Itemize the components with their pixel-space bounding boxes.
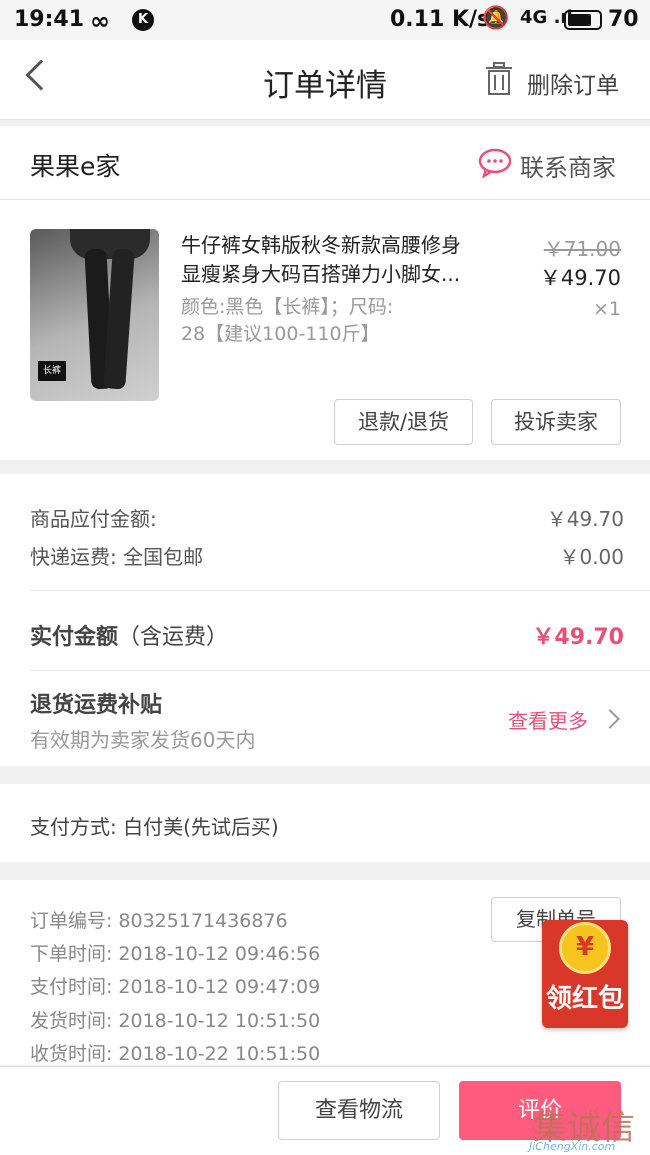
- mute-bell-icon: 🔕: [482, 6, 510, 31]
- order-time-row: 下单时间: 2018-10-12 09:46:56: [30, 939, 320, 966]
- receive-time-label: 收货时间:: [30, 1043, 113, 1065]
- product-spec-line1: 颜色:黑色【长裤】；尺码:: [181, 296, 394, 318]
- product-name-line1: 牛仔裤女韩版秋冬新款高腰修身: [181, 233, 461, 257]
- ship-time-row: 发货时间: 2018-10-12 10:51:50: [30, 1006, 320, 1033]
- watermark-url: JiChengXin.com: [529, 1140, 616, 1153]
- red-packet-button[interactable]: ¥ 领红包: [542, 920, 628, 1028]
- return-subsidy-title: 退货运费补贴: [30, 693, 163, 718]
- divider: [30, 590, 650, 591]
- divider: [30, 670, 650, 671]
- status-bar: 19:41 ∞ K 0.11 K/s 🔕 4G .ıl 70: [0, 0, 650, 40]
- payment-section: 支付方式: 白付美(先试后买): [0, 784, 650, 862]
- pay-time-label: 支付时间:: [30, 976, 113, 998]
- k-app-icon: K: [132, 9, 154, 31]
- header-bar: 订单详情 删除订单: [0, 40, 650, 120]
- status-time: 19:41: [14, 7, 85, 32]
- product-name-line2: 显瘦紧身大码百搭弹力小脚女...: [181, 262, 461, 286]
- product-spec-line2: 28【建议100-110斤】: [181, 323, 380, 345]
- coin-icon: ¥: [559, 922, 611, 974]
- paid-amount-value: ￥49.70: [532, 625, 624, 650]
- network-speed: 0.11 K/s: [390, 7, 491, 32]
- receive-time-row: 收货时间: 2018-10-22 10:51:50: [30, 1039, 320, 1066]
- watermark-logo: 集诚信 JiChengXin.com: [525, 1100, 650, 1155]
- red-packet-label: 领红包: [545, 984, 624, 1014]
- receive-time: 2018-10-22 10:51:50: [118, 1043, 321, 1065]
- product-card: 长裤 牛仔裤女韩版秋冬新款高腰修身 显瘦紧身大码百搭弹力小脚女... 颜色:黑色…: [0, 200, 650, 460]
- view-logistics-button[interactable]: 查看物流: [278, 1081, 440, 1140]
- chat-bubble-icon[interactable]: [478, 148, 512, 178]
- contact-seller-button[interactable]: 联系商家: [520, 148, 616, 183]
- order-number-label: 订单编号:: [30, 910, 113, 932]
- shop-name[interactable]: 果果e家: [30, 147, 120, 183]
- paid-amount-label-suffix: （含运费）: [118, 625, 229, 650]
- paid-amount-label: 实付金额（含运费）: [30, 619, 228, 651]
- complain-seller-button[interactable]: 投诉卖家: [491, 399, 621, 445]
- original-price: ￥71.00: [543, 237, 621, 261]
- infinity-icon: ∞: [90, 7, 110, 35]
- trash-icon[interactable]: [484, 62, 514, 96]
- product-thumbnail[interactable]: 长裤: [30, 229, 159, 401]
- battery-icon: [564, 10, 602, 30]
- chevron-right-icon[interactable]: [600, 709, 620, 729]
- order-time-label: 下单时间:: [30, 943, 113, 965]
- product-spec: 颜色:黑色【长裤】；尺码: 28【建议100-110斤】: [181, 294, 481, 348]
- paid-amount-label-bold: 实付金额: [30, 625, 119, 650]
- delete-order-button[interactable]: 删除订单: [527, 66, 619, 100]
- refund-return-button[interactable]: 退款/退货: [334, 399, 473, 445]
- battery-percent: 70: [608, 7, 639, 32]
- pay-time-row: 支付时间: 2018-10-12 09:47:09: [30, 972, 320, 999]
- ship-time: 2018-10-12 10:51:50: [118, 1010, 321, 1032]
- see-more-link[interactable]: 查看更多: [508, 705, 588, 734]
- shipping-label: 快递运费: 全国包邮: [30, 545, 204, 569]
- pay-time: 2018-10-12 09:47:09: [118, 976, 321, 998]
- order-number: 80325171436876: [118, 910, 288, 932]
- goods-amount-label: 商品应付金额:: [30, 507, 157, 531]
- return-subsidy-desc: 有效期为卖家发货60天内: [30, 728, 256, 752]
- thumb-tag: 长裤: [38, 361, 66, 381]
- order-number-row: 订单编号: 80325171436876: [30, 906, 288, 933]
- amounts-section: 商品应付金额: ￥49.70 快递运费: 全国包邮 ￥0.00 实付金额（含运费…: [0, 474, 650, 766]
- ship-time-label: 发货时间:: [30, 1010, 113, 1032]
- product-quantity: ×1: [592, 298, 621, 320]
- product-name[interactable]: 牛仔裤女韩版秋冬新款高腰修身 显瘦紧身大码百搭弹力小脚女...: [181, 231, 486, 289]
- payment-method: 支付方式: 白付美(先试后买): [30, 815, 279, 839]
- product-price: ￥49.70: [539, 266, 621, 290]
- shop-row: 果果e家 联系商家: [0, 126, 650, 200]
- order-time: 2018-10-12 09:46:56: [118, 943, 321, 965]
- goods-amount-value: ￥49.70: [546, 507, 624, 531]
- shipping-value: ￥0.00: [559, 545, 624, 569]
